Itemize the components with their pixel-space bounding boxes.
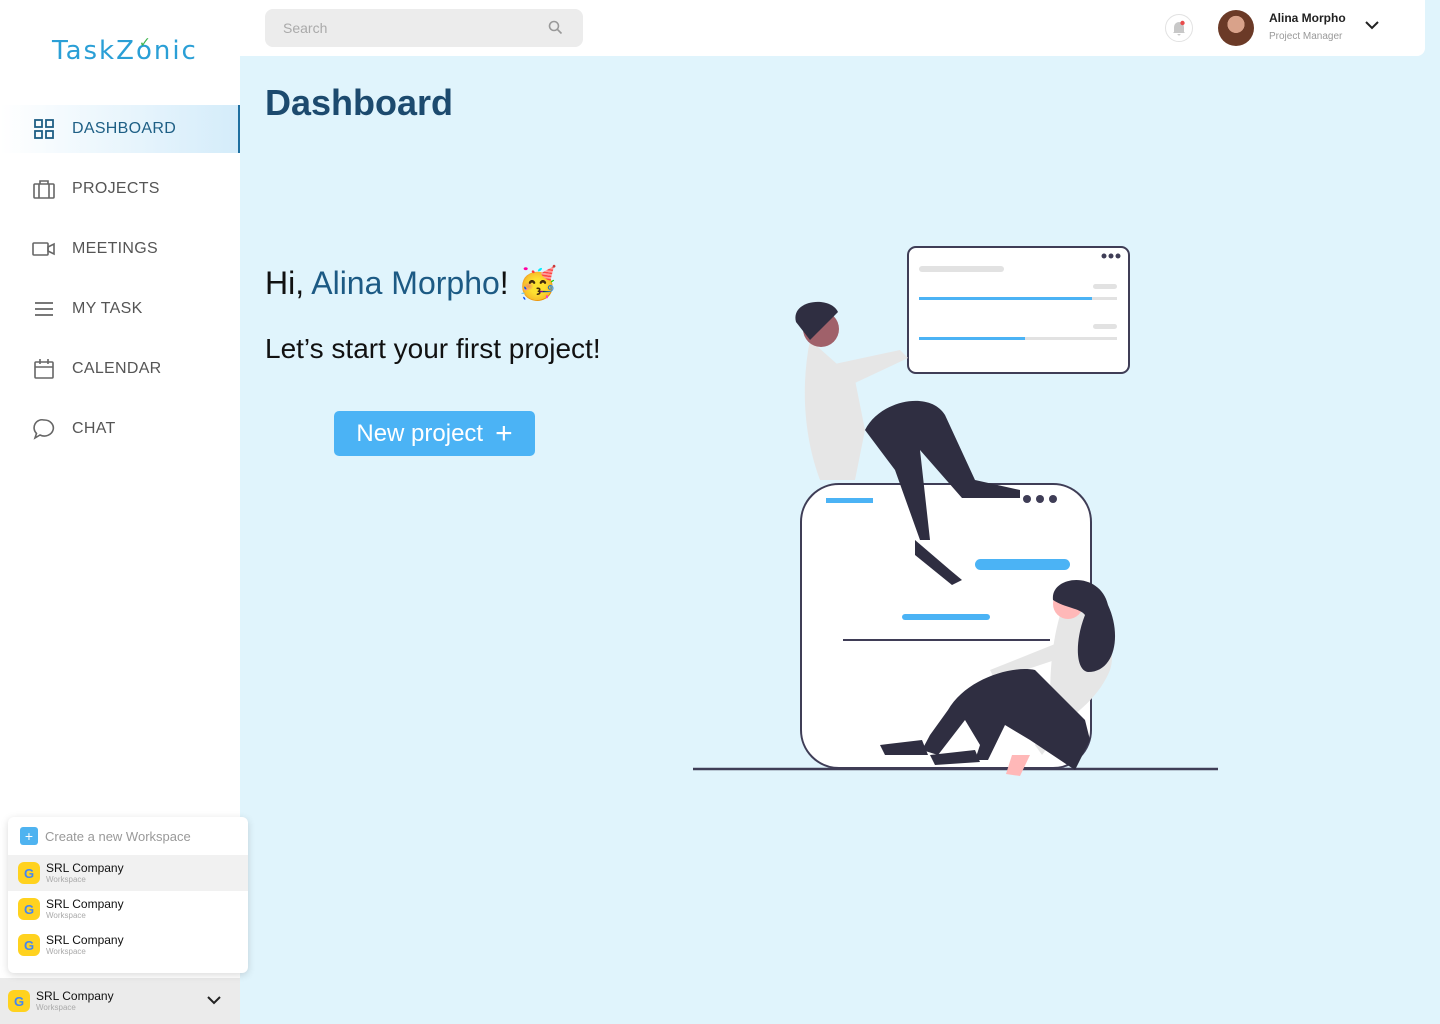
chevron-down-icon[interactable]: [206, 992, 222, 1013]
search-input[interactable]: Search: [265, 9, 583, 47]
sidebar-item-calendar[interactable]: CALENDAR: [0, 345, 240, 393]
logo-check-o: o ✓: [135, 35, 154, 66]
create-workspace-button[interactable]: + Create a new Workspace: [8, 817, 248, 855]
sidebar-item-label: CHAT: [72, 420, 116, 437]
user-role: Project Manager: [1269, 31, 1343, 42]
grid-icon: [32, 117, 56, 141]
logo-text-nic: nic: [153, 36, 198, 66]
greeting-suffix: ! 🥳: [499, 265, 558, 301]
workspace-dropdown: + Create a new Workspace G SRL Company W…: [8, 817, 248, 973]
google-icon: G: [18, 862, 40, 884]
list-icon: [32, 297, 56, 321]
workspace-option-text: SRL Company Workspace: [46, 860, 124, 885]
workspace-option-text: SRL Company Workspace: [46, 896, 124, 921]
workspace-current: SRL Company Workspace: [36, 988, 114, 1013]
workspace-type: Workspace: [46, 946, 86, 956]
notification-bell-icon[interactable]: [1165, 14, 1193, 42]
onboarding-illustration: [693, 246, 1218, 776]
workspace-type: Workspace: [46, 874, 86, 884]
briefcase-icon: [32, 177, 56, 201]
workspace-type: Workspace: [46, 910, 86, 920]
sidebar-item-chat[interactable]: CHAT: [0, 405, 240, 453]
taskzonic-logo[interactable]: TaskZo ✓ nic: [52, 35, 198, 66]
sidebar-item-label: DASHBOARD: [72, 120, 177, 137]
workspace-option[interactable]: G SRL Company Workspace: [8, 855, 248, 891]
workspace-option[interactable]: G SRL Company Workspace: [8, 927, 248, 963]
logo-text-task: Task: [52, 36, 117, 66]
sidebar-item-meetings[interactable]: MEETINGS: [0, 225, 240, 273]
logo-text-z: Z: [116, 36, 136, 66]
sidebar-item-label: CALENDAR: [72, 360, 162, 377]
google-icon: G: [8, 990, 30, 1012]
page-title: Dashboard: [265, 82, 454, 123]
workspace-option[interactable]: G SRL Company Workspace: [8, 891, 248, 927]
google-icon: G: [18, 898, 40, 920]
chevron-down-icon[interactable]: [1364, 17, 1380, 38]
workspace-switcher[interactable]: G SRL Company Workspace: [0, 978, 240, 1024]
sidebar-item-label: MY TASK: [72, 300, 143, 317]
topbar: Search Alina Morpho Project Manager: [240, 0, 1425, 56]
new-project-label: New project: [356, 419, 484, 447]
workspace-type: Workspace: [36, 1002, 76, 1012]
new-project-button[interactable]: New project +: [334, 411, 535, 456]
calendar-icon: [32, 357, 56, 381]
sidebar-item-label: PROJECTS: [72, 180, 160, 197]
greeting-name: Alina Morpho: [311, 265, 500, 301]
sidebar-item-projects[interactable]: PROJECTS: [0, 165, 240, 213]
sidebar-item-label: MEETINGS: [72, 240, 158, 257]
user-name: Alina Morpho: [1269, 11, 1346, 25]
workspace-name: SRL Company: [36, 988, 114, 1003]
greeting: Hi, Alina Morpho! 🥳: [265, 264, 557, 302]
sidebar-nav: DASHBOARD PROJECTS MEETINGS MY TASK CALE…: [0, 105, 240, 465]
avatar[interactable]: [1218, 10, 1254, 46]
search-placeholder: Search: [283, 20, 328, 36]
workspace-name: SRL Company: [46, 932, 124, 947]
search-icon[interactable]: [548, 20, 563, 38]
greeting-prefix: Hi,: [265, 265, 312, 301]
chat-icon: [32, 417, 56, 441]
plus-icon: +: [20, 827, 38, 845]
check-icon: ✓: [138, 35, 153, 51]
subheading: Let’s start your first project!: [265, 333, 601, 364]
workspace-name: SRL Company: [46, 896, 124, 911]
sidebar-item-dashboard[interactable]: DASHBOARD: [0, 105, 240, 153]
google-icon: G: [18, 934, 40, 956]
sidebar-item-my-task[interactable]: MY TASK: [0, 285, 240, 333]
create-workspace-label: Create a new Workspace: [45, 828, 191, 844]
plus-icon: +: [495, 416, 513, 450]
workspace-option-text: SRL Company Workspace: [46, 932, 124, 957]
video-icon: [32, 237, 56, 261]
workspace-name: SRL Company: [46, 860, 124, 875]
